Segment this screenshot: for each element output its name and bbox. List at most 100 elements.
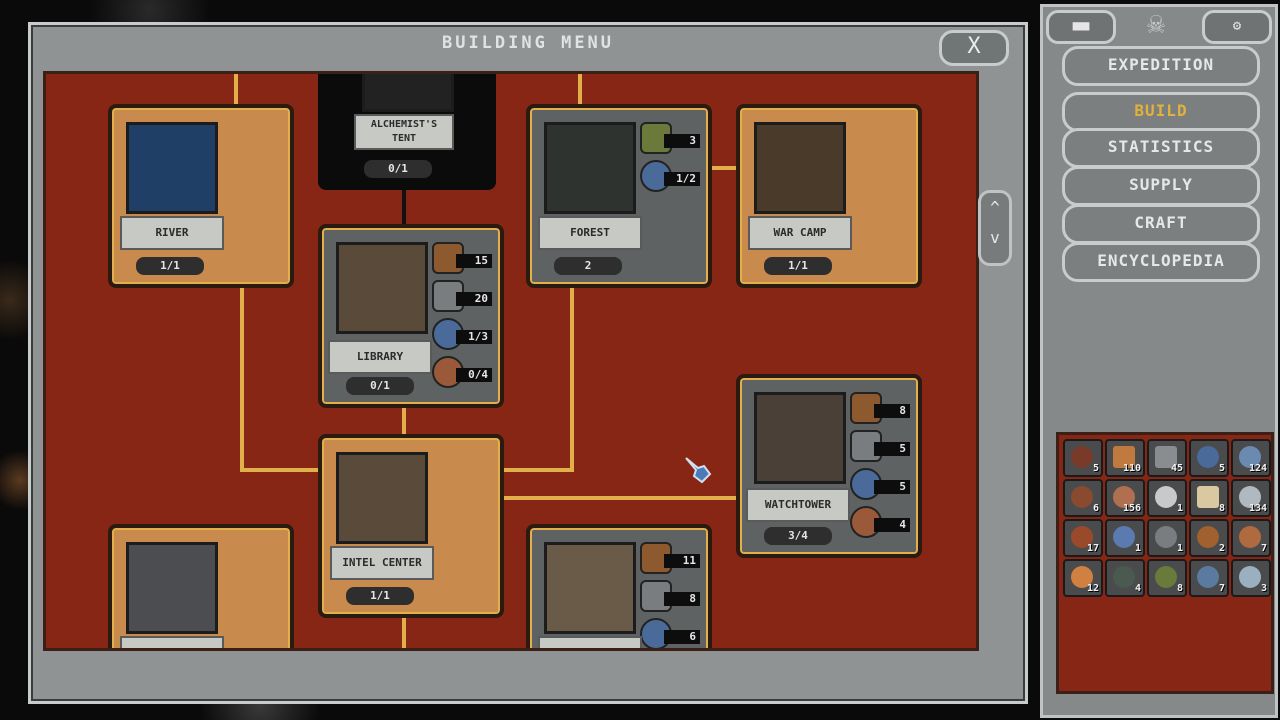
slot-count: 1 <box>1176 503 1183 514</box>
card-name: FOREST <box>538 216 642 250</box>
building-menu-window: BUILDING MENU X RIVER 1/1 ALCHEMIST'S TE… <box>28 22 1028 704</box>
card-alchemists-tent[interactable]: ALCHEMIST'S TENT 0/1 <box>318 74 496 190</box>
inventory-grid: 5 110 45 5 124 6 156 1 8 134 17 1 1 2 7 … <box>1056 432 1274 694</box>
card-count: 3/4 <box>764 527 832 545</box>
card-watchtower[interactable]: 8 5 5 4 WATCHTOWER 3/4 <box>736 374 922 558</box>
resource-icon <box>1071 446 1093 468</box>
resource-icon <box>1239 526 1261 548</box>
req-amount: 8 <box>664 592 700 606</box>
blade-icon <box>1155 526 1177 548</box>
inventory-slot[interactable]: 17 <box>1063 519 1103 557</box>
inventory-slot[interactable]: 110 <box>1105 439 1145 477</box>
card-intel-center[interactable]: INTEL CENTER 1/1 <box>318 434 504 618</box>
forest-req: 1/2 <box>640 160 700 192</box>
slot-count: 45 <box>1170 463 1183 474</box>
camp-button[interactable]: ■■ <box>1046 10 1116 44</box>
menu-supply-button[interactable]: SUPPLY <box>1062 166 1260 206</box>
req-amount: 4 <box>874 518 910 532</box>
slot-count: 3 <box>1260 583 1267 594</box>
card-count: 0/1 <box>346 377 414 395</box>
req-amount: 5 <box>874 480 910 494</box>
card-library[interactable]: 15 20 1/3 0/4 LIBRARY 0/1 <box>318 224 504 408</box>
slot-count: 6 <box>1092 503 1099 514</box>
orb-icon <box>1239 566 1261 588</box>
inventory-slot[interactable]: 124 <box>1231 439 1271 477</box>
card-war-camp[interactable]: WAR CAMP 1/1 <box>736 104 922 288</box>
inventory-slot[interactable]: 1 <box>1147 519 1187 557</box>
card-name: WAR CAMP <box>748 216 852 250</box>
orb-icon <box>1197 446 1219 468</box>
inventory-slot[interactable]: 156 <box>1105 479 1145 517</box>
slot-count: 8 <box>1176 583 1183 594</box>
slot-count: 17 <box>1086 543 1099 554</box>
slot-count: 7 <box>1218 583 1225 594</box>
slot-count: 1 <box>1176 543 1183 554</box>
connector-line <box>496 468 574 472</box>
req-amount: 20 <box>456 292 492 306</box>
card-name: ALCHEMIST'S TENT <box>354 114 454 150</box>
close-button[interactable]: X <box>939 30 1009 66</box>
watchtower-req: 8 <box>850 392 910 424</box>
inventory-slot[interactable]: 5 <box>1189 439 1229 477</box>
inventory-slot[interactable]: 8 <box>1189 479 1229 517</box>
watchtower-req: 5 <box>850 468 910 500</box>
hand-cursor-icon <box>685 457 712 484</box>
inventory-slot[interactable]: 7 <box>1189 559 1229 597</box>
card-warehouse[interactable]: 11 8 6 WAREHOUSE <box>526 524 712 648</box>
building-board: RIVER 1/1 ALCHEMIST'S TENT 0/1 3 1/2 FOR… <box>43 71 979 651</box>
scroll-down-icon[interactable]: v <box>981 223 1009 253</box>
connector-line <box>402 614 406 648</box>
settings-gear-icon[interactable]: ⚙ <box>1202 10 1272 44</box>
library-req: 0/4 <box>432 356 492 388</box>
slot-count: 134 <box>1248 503 1267 514</box>
card-river[interactable]: RIVER 1/1 <box>108 104 294 288</box>
connector-line <box>496 496 740 500</box>
inventory-slot[interactable]: 7 <box>1231 519 1271 557</box>
menu-expedition-button[interactable]: EXPEDITION <box>1062 46 1260 86</box>
forest-req: 3 <box>640 122 700 154</box>
menu-craft-button[interactable]: CRAFT <box>1062 204 1260 244</box>
connector-line <box>570 286 574 472</box>
inventory-slot[interactable]: 5 <box>1063 439 1103 477</box>
slot-count: 8 <box>1218 503 1225 514</box>
inventory-slot[interactable]: 2 <box>1189 519 1229 557</box>
menu-encyclopedia-button[interactable]: ENCYCLOPEDIA <box>1062 242 1260 282</box>
library-req: 15 <box>432 242 492 274</box>
skull-emblem-icon: ☠ <box>1146 6 1166 41</box>
slot-count: 2 <box>1218 543 1225 554</box>
watchtower-image <box>754 392 846 484</box>
inventory-slot[interactable]: 12 <box>1063 559 1103 597</box>
card-count: 2 <box>554 257 622 275</box>
inventory-slot[interactable]: 3 <box>1231 559 1271 597</box>
inventory-slot[interactable]: 134 <box>1231 479 1271 517</box>
scroll-up-icon[interactable]: ^ <box>981 193 1009 223</box>
connector-line <box>402 190 406 224</box>
library-req: 20 <box>432 280 492 312</box>
inventory-slot[interactable]: 45 <box>1147 439 1187 477</box>
req-amount: 8 <box>874 404 910 418</box>
intel-center-image <box>336 452 428 544</box>
card-court[interactable]: COURT <box>108 524 294 648</box>
inventory-slot[interactable]: 6 <box>1063 479 1103 517</box>
resource-icon <box>1071 486 1093 508</box>
card-count: 1/1 <box>764 257 832 275</box>
forest-image <box>544 122 636 214</box>
slot-count: 110 <box>1122 463 1141 474</box>
req-amount: 0/4 <box>456 368 492 382</box>
warehouse-image <box>544 542 636 634</box>
watchtower-req: 5 <box>850 430 910 462</box>
inventory-slot[interactable]: 4 <box>1105 559 1145 597</box>
menu-build-button[interactable]: BUILD <box>1062 92 1260 132</box>
slot-count: 4 <box>1134 583 1141 594</box>
scroll-icon <box>1197 486 1219 508</box>
inventory-slot[interactable]: 1 <box>1147 479 1187 517</box>
inventory-slot[interactable]: 1 <box>1105 519 1145 557</box>
card-name: WATCHTOWER <box>746 488 850 522</box>
inventory-slot[interactable]: 8 <box>1147 559 1187 597</box>
menu-statistics-button[interactable]: STATISTICS <box>1062 128 1260 168</box>
library-req: 1/3 <box>432 318 492 350</box>
card-forest[interactable]: 3 1/2 FOREST 2 <box>526 104 712 288</box>
card-name: LIBRARY <box>328 340 432 374</box>
req-amount: 11 <box>664 554 700 568</box>
board-scroll-control[interactable]: ^ v <box>978 190 1012 266</box>
